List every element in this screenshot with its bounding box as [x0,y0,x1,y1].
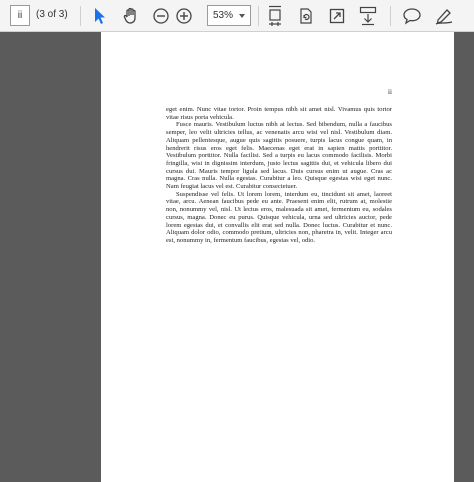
save-download-icon[interactable] [356,0,380,32]
select-arrow-icon[interactable] [89,0,111,32]
comment-icon[interactable] [400,0,424,32]
toolbar-separator [258,6,259,26]
paragraph: Fusce mauris. Vestibulum luctus nibh at … [166,121,392,191]
toolbar-separator [80,6,81,26]
zoom-value: 53% [213,10,234,21]
page-number-input[interactable]: ii [10,5,30,26]
viewer-background-right [455,32,474,482]
page-count-label: (3 of 3) [36,9,68,20]
zoom-out-icon[interactable] [150,0,172,32]
page-number: ii [388,88,392,96]
fit-page-icon[interactable] [264,0,286,32]
paragraph: eget enim. Nunc vitae tortor. Proin temp… [166,106,392,121]
pdf-toolbar: ii (3 of 3) 53% [0,0,474,32]
toolbar-separator [390,6,391,26]
zoom-in-icon[interactable] [173,0,195,32]
pen-icon[interactable] [432,0,456,32]
hand-icon[interactable] [119,0,143,32]
paragraph: Suspendisse vel felis. Ut lorem lorem, i… [166,190,392,244]
chevron-down-icon [239,14,245,18]
page-body-text: eget enim. Nunc vitae tortor. Proin temp… [166,106,392,245]
full-screen-icon[interactable] [326,0,348,32]
viewer-background-left [0,32,100,482]
rotate-icon[interactable] [295,0,317,32]
document-page[interactable]: ii eget enim. Nunc vitae tortor. Proin t… [101,32,454,482]
zoom-select[interactable]: 53% [207,5,251,26]
